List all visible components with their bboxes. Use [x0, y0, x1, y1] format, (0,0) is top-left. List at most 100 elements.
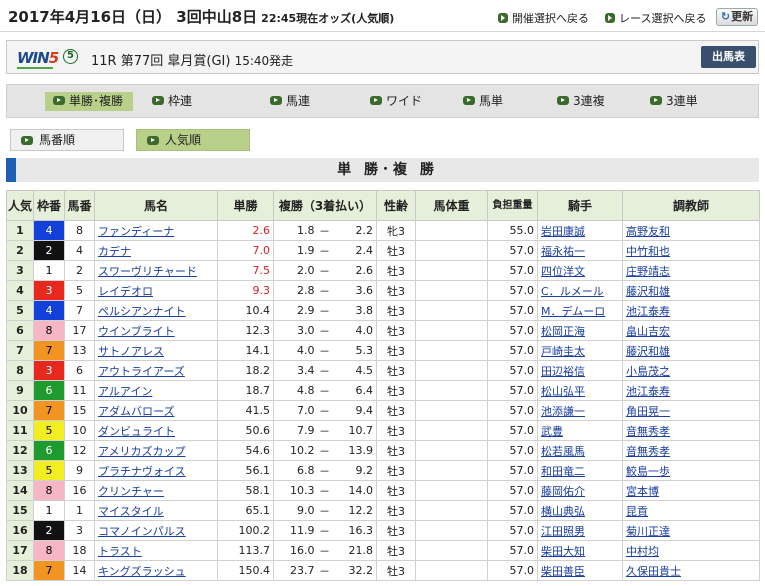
jockey-link[interactable]: 柴田善臣 — [537, 560, 624, 581]
trainer-link[interactable]: 庄野靖志 — [622, 260, 761, 281]
trainer-link[interactable]: 高野友和 — [622, 220, 761, 241]
burden-weight-cell: 57.0 — [487, 300, 539, 321]
trainer-link[interactable]: 宮本博 — [622, 480, 761, 501]
bet-type-tabs: 単勝･複勝 枠連 馬連 ワイド 馬単 3連複 3連単 — [6, 84, 759, 118]
trainer-link[interactable]: 昆貢 — [622, 500, 761, 521]
trainer-link[interactable]: 久保田貴士 — [622, 560, 761, 581]
trainer-link[interactable]: 中竹和也 — [622, 240, 761, 261]
tab-trio[interactable]: 3連複 — [549, 92, 637, 111]
place-odds-low-cell: 2.8 — [273, 280, 318, 301]
horse-name-link[interactable]: カデナ — [94, 240, 218, 261]
horse-name-link[interactable]: キングズラッシュ — [94, 560, 218, 581]
back-to-race-link[interactable]: レース選択へ戻る — [605, 10, 706, 26]
jockey-link[interactable]: 戸崎圭太 — [537, 340, 624, 361]
trainer-link[interactable]: 畠山吉宏 — [622, 320, 761, 341]
jockey-link[interactable]: 和田竜二 — [537, 460, 624, 481]
jockey-link[interactable]: 武豊 — [537, 420, 624, 441]
horse-name-link[interactable]: ウインブライト — [94, 320, 218, 341]
back-to-venue-link[interactable]: 開催選択へ戻る — [498, 10, 589, 26]
jockey-link[interactable]: 田辺裕信 — [537, 360, 624, 381]
jockey-link[interactable]: 柴田大知 — [537, 540, 624, 561]
trainer-link[interactable]: 音無秀孝 — [622, 440, 761, 461]
frame-cell: 8 — [33, 540, 65, 561]
race-date-title: 2017年4月16日（日） 3回中山8日 — [8, 8, 258, 26]
horse-number-cell: 9 — [64, 460, 95, 481]
trainer-link[interactable]: 鮫島一歩 — [622, 460, 761, 481]
horse-name-link[interactable]: コマノインパルス — [94, 520, 218, 541]
horse-name-link[interactable]: サトノアレス — [94, 340, 218, 361]
tab-trifecta[interactable]: 3連単 — [642, 92, 730, 111]
sex-age-cell: 牡3 — [376, 380, 417, 401]
jockey-link[interactable]: 松岡正海 — [537, 320, 624, 341]
trainer-link[interactable]: 音無秀孝 — [622, 420, 761, 441]
trainer-link[interactable]: 角田晃一 — [622, 400, 761, 421]
play-icon — [463, 96, 475, 105]
tab-wide[interactable]: ワイド — [362, 92, 450, 111]
sex-age-cell: 牡3 — [376, 420, 417, 441]
trainer-link[interactable]: 菊川正達 — [622, 520, 761, 541]
horse-name-link[interactable]: レイデオロ — [94, 280, 218, 301]
horse-name-link[interactable]: トラスト — [94, 540, 218, 561]
jockey-link[interactable]: 四位洋文 — [537, 260, 624, 281]
trainer-link[interactable]: 藤沢和雄 — [622, 280, 761, 301]
entries-button[interactable]: 出馬表 — [701, 46, 756, 68]
trainer-link[interactable]: 池江泰寿 — [622, 380, 761, 401]
horse-name-link[interactable]: ファンディーナ — [94, 220, 218, 241]
place-odds-separator: － — [317, 220, 332, 241]
jockey-link[interactable]: 松若風馬 — [537, 440, 624, 461]
frame-cell: 2 — [33, 520, 65, 541]
refresh-button[interactable]: ↻更新 — [716, 8, 758, 26]
trainer-link[interactable]: 池江泰寿 — [622, 300, 761, 321]
horse-name-link[interactable]: ペルシアンナイト — [94, 300, 218, 321]
jockey-link[interactable]: M．デムーロ — [537, 300, 624, 321]
jockey-link[interactable]: 藤岡佑介 — [537, 480, 624, 501]
win-odds-cell: 7.0 — [217, 240, 274, 261]
place-odds-separator: － — [317, 460, 332, 481]
horse-name-link[interactable]: クリンチャー — [94, 480, 218, 501]
tab-win-place[interactable]: 単勝･複勝 — [45, 92, 133, 111]
horse-name-link[interactable]: マイスタイル — [94, 500, 218, 521]
jockey-link[interactable]: 岩田康誠 — [537, 220, 624, 241]
horse-name-link[interactable]: アダムバローズ — [94, 400, 218, 421]
tab-bracket-quinella[interactable]: 枠連 — [144, 92, 232, 111]
body-weight-cell — [415, 560, 489, 581]
body-weight-cell — [415, 300, 489, 321]
horse-name-link[interactable]: アウトライアーズ — [94, 360, 218, 381]
table-row: 11 5 10 ダンビュライト 50.6 7.9 － 10.7 牡3 57.0 武豊 音無秀孝 — [6, 420, 761, 441]
trainer-link[interactable]: 小島茂之 — [622, 360, 761, 381]
horse-name-link[interactable]: アメリカズカップ — [94, 440, 218, 461]
tab-label: 単勝･複勝 — [69, 94, 124, 108]
play-icon — [370, 96, 382, 105]
jockey-link[interactable]: 松山弘平 — [537, 380, 624, 401]
tab-quinella[interactable]: 馬連 — [262, 92, 350, 111]
jockey-link[interactable]: 江田照男 — [537, 520, 624, 541]
horse-name-link[interactable]: スワーヴリチャード — [94, 260, 218, 281]
body-weight-cell — [415, 420, 489, 441]
horse-number-cell: 6 — [64, 360, 95, 381]
win-odds-cell: 18.7 — [217, 380, 274, 401]
popularity-cell: 18 — [6, 560, 34, 581]
odds-table: 人気 枠番 馬番 馬名 単勝 複勝（3着払い） 性齢 馬体重 負担重量 騎手 調… — [6, 190, 761, 581]
horse-number-cell: 17 — [64, 320, 95, 341]
sort-by-popularity-button[interactable]: 人気順 — [136, 129, 250, 151]
win-odds-cell: 113.7 — [217, 540, 274, 561]
sort-by-number-button[interactable]: 馬番順 — [10, 129, 124, 151]
place-odds-separator: － — [317, 320, 332, 341]
horse-number-cell: 4 — [64, 240, 95, 261]
jockey-link[interactable]: 横山典弘 — [537, 500, 624, 521]
tab-exacta[interactable]: 馬単 — [455, 92, 543, 111]
trainer-link[interactable]: 中村均 — [622, 540, 761, 561]
horse-name-link[interactable]: ダンビュライト — [94, 420, 218, 441]
horse-name-link[interactable]: プラチナヴォイス — [94, 460, 218, 481]
jockey-link[interactable]: 池添謙一 — [537, 400, 624, 421]
popularity-cell: 1 — [6, 220, 34, 241]
jockey-link[interactable]: 福永祐一 — [537, 240, 624, 261]
table-row: 15 1 1 マイスタイル 65.1 9.0 － 12.2 牡3 57.0 横山典弘 昆貢 — [6, 500, 761, 521]
horse-name-link[interactable]: アルアイン — [94, 380, 218, 401]
jockey-link[interactable]: C．ルメール — [537, 280, 624, 301]
win-odds-cell: 100.2 — [217, 520, 274, 541]
trainer-link[interactable]: 藤沢和雄 — [622, 340, 761, 361]
win-odds-cell: 2.6 — [217, 220, 274, 241]
back-to-venue-label: 開催選択へ戻る — [512, 12, 589, 25]
place-odds-low-cell: 6.8 — [273, 460, 318, 481]
